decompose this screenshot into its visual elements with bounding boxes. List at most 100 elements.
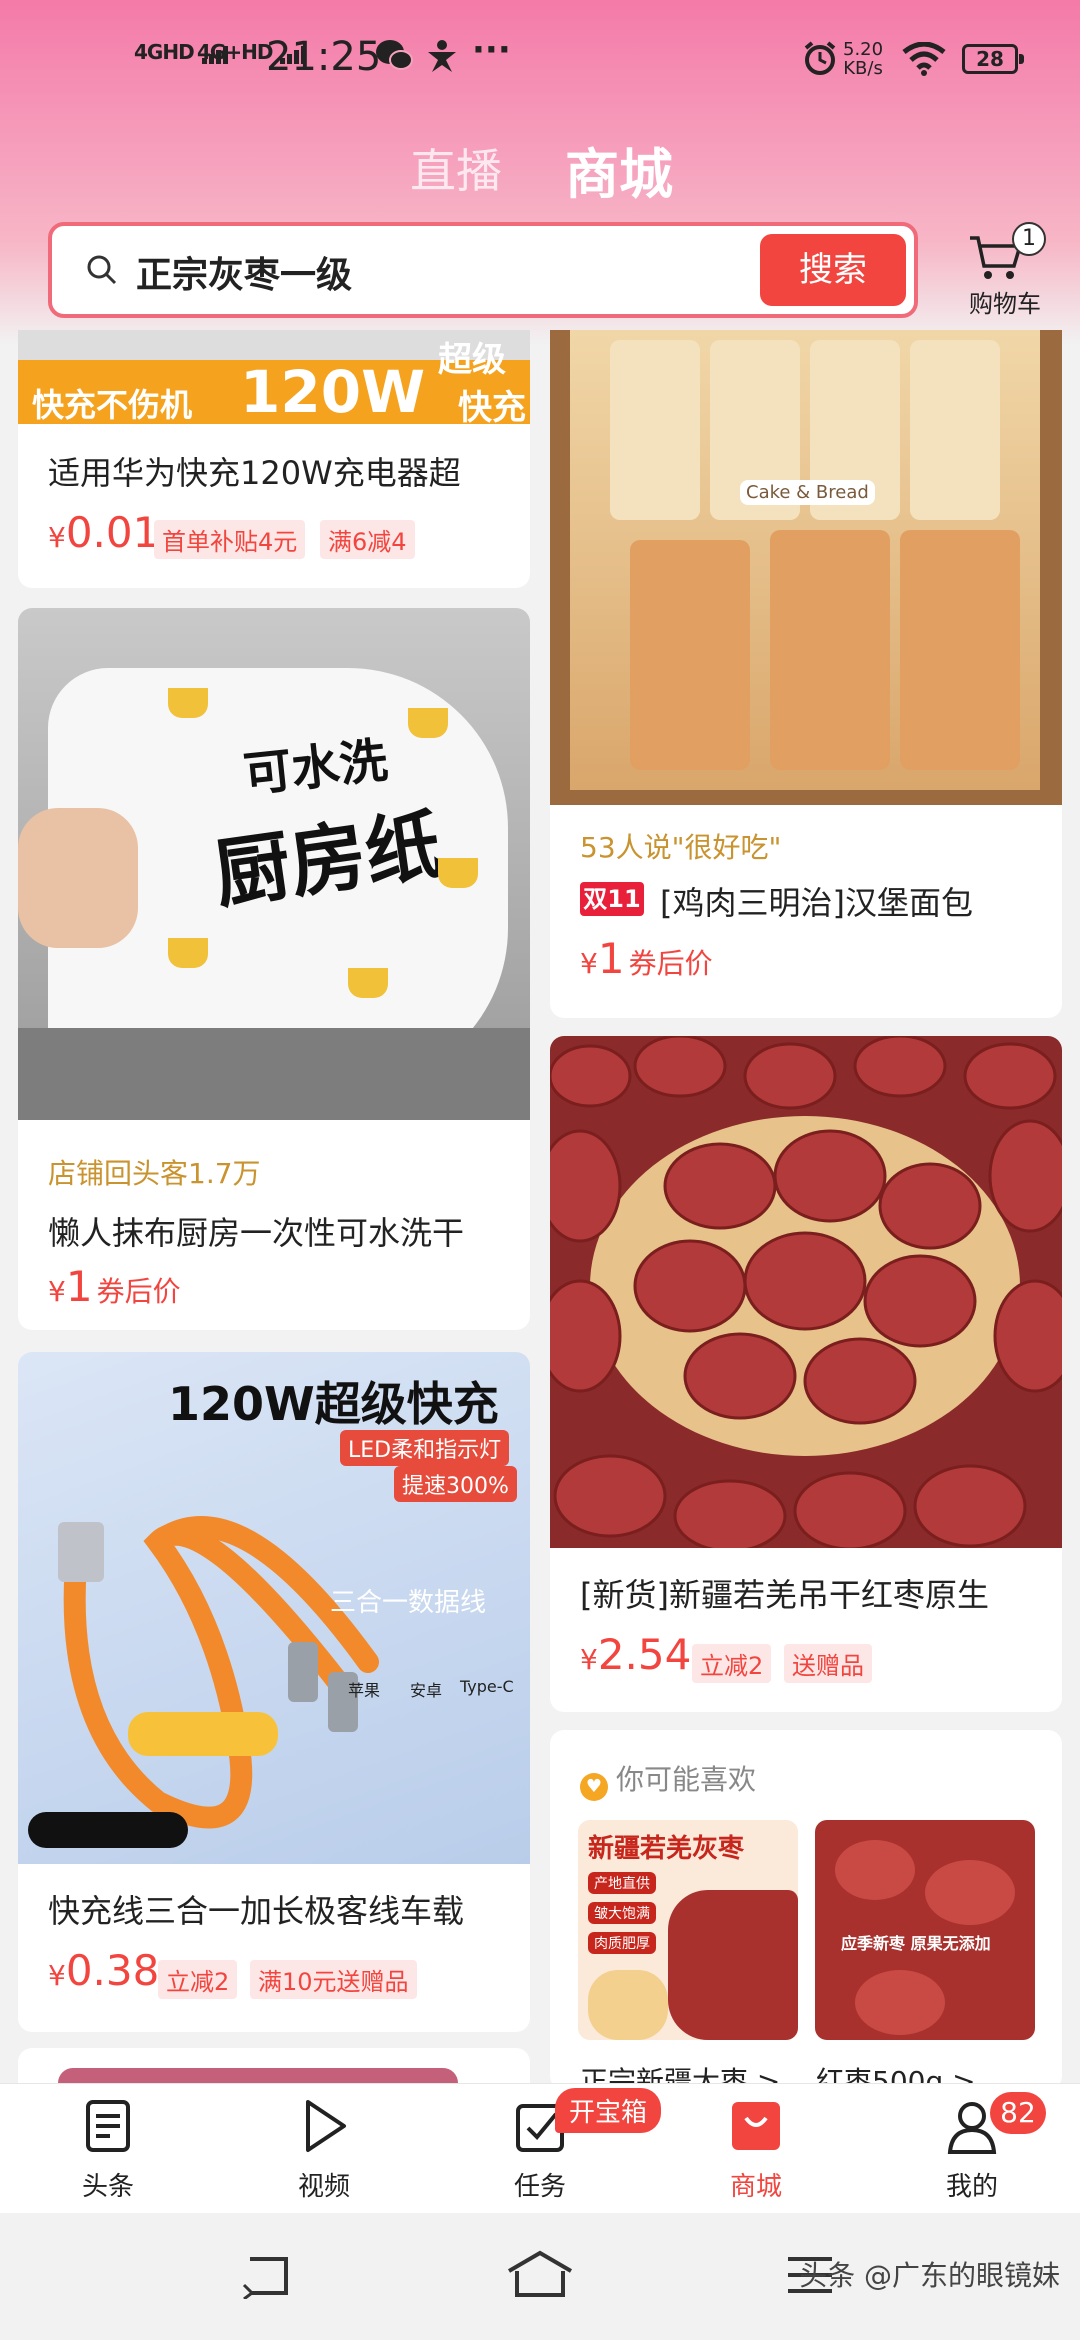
nav-label: 头条	[81, 2172, 134, 2202]
product-price: ¥0.01	[48, 508, 159, 557]
image-port-android: 安卓	[410, 1681, 443, 1700]
nav-label: 视频	[297, 2172, 350, 2202]
package-label: Cake & Bread	[740, 480, 875, 505]
product-card-cable[interactable]: 120W超级快充 LED柔和指示灯 提速300% 三合一数据线 苹果 安卓 Ty…	[18, 1352, 530, 2032]
recommendation-heading-text: 你可能喜欢	[616, 1763, 757, 1796]
nav-label: 我的	[945, 2172, 998, 2202]
nav-video[interactable]: 视频	[216, 2084, 432, 2214]
product-price: ¥1 券后价	[48, 1262, 181, 1311]
nav-label: 任务	[513, 2172, 566, 2202]
currency-symbol: ¥	[580, 947, 598, 980]
status-bar: 4GHD 4G+HD 21:25 ··· 5.20 KB/s 28	[0, 0, 1080, 120]
banner-text-right2: 快充	[458, 388, 526, 428]
cart-count-badge: 1	[1012, 222, 1046, 256]
network-rate-value: 5.20	[843, 39, 884, 60]
tab-live[interactable]: 直播	[410, 135, 502, 201]
product-title: [鸡肉三明治]汉堡面包	[660, 884, 973, 922]
currency-symbol: ¥	[48, 1959, 66, 1992]
nav-me[interactable]: 我的	[864, 2084, 1080, 2214]
search-button[interactable]: 搜索	[760, 234, 906, 306]
product-image-charger: 快充不伤机 120W 超级 快充	[18, 330, 530, 428]
product-image-sandwich: Cake & Bread	[550, 330, 1062, 805]
price-suffix: 券后价	[628, 947, 713, 980]
search-input[interactable]: 正宗灰枣一级	[136, 246, 352, 298]
app-notification-icon	[424, 38, 460, 83]
tab-mall[interactable]: 商城	[565, 130, 673, 209]
bottom-nav: 头条 视频 任务 商城 我的	[0, 2083, 1080, 2213]
product-price: ¥0.38	[48, 1946, 159, 1995]
product-price: ¥1 券后价	[580, 934, 713, 983]
cart-button[interactable]: 1 购物车	[950, 222, 1060, 318]
search-icon	[87, 255, 117, 285]
recommendation-heading: ♥ 你可能喜欢	[580, 1758, 756, 1801]
rec-item-1-point: 皱大饱满	[588, 1902, 656, 1924]
currency-symbol: ¥	[48, 521, 66, 554]
price-suffix: 券后价	[96, 1275, 181, 1308]
banner-text-right1: 超级	[438, 340, 506, 380]
rec-item-2-image-text: 应季新枣 原果无添加	[841, 1934, 991, 1953]
home-icon[interactable]	[505, 2249, 575, 2299]
product-subtitle: 店铺回头客1.7万	[48, 1157, 261, 1190]
more-dots-icon: ···	[472, 30, 511, 70]
currency-symbol: ¥	[48, 1275, 66, 1308]
product-image-kitchen-paper: 可水洗 厨房纸	[18, 608, 530, 1120]
search-bar[interactable]: 正宗灰枣一级 搜索	[48, 222, 918, 318]
image-text-3in1: 三合一数据线	[330, 1588, 487, 1618]
heart-icon: ♥	[580, 1773, 608, 1801]
promo-tag: 立减2	[158, 1960, 238, 1999]
signal-2-label: 4G+HD	[197, 40, 273, 64]
clock: 21:25	[266, 34, 382, 80]
wechat-icon	[374, 36, 414, 83]
alarm-icon	[802, 40, 838, 85]
network-rate: 5.20 KB/s	[843, 40, 883, 78]
price-value: 0.01	[65, 508, 160, 557]
double11-badge: 双11	[580, 882, 644, 916]
product-title: 快充线三合一加长极客线车载	[48, 1892, 465, 1930]
price-value: 0.38	[65, 1946, 160, 1995]
wifi-icon	[902, 41, 946, 85]
product-card-kitchen-paper[interactable]: 可水洗 厨房纸 店铺回头客1.7万 懒人抹布厨房一次性可水洗干 ¥1 券后价	[18, 608, 530, 1330]
play-icon	[306, 2100, 346, 2152]
rec-item-1-point: 肉质肥厚	[588, 1932, 656, 1954]
signal-1-label: 4GHD	[134, 40, 195, 64]
product-card-charger[interactable]: 快充不伤机 120W 超级 快充 适用华为快充120W充电器超 ¥0.01 首单…	[18, 330, 530, 588]
product-card-next[interactable]	[18, 2048, 530, 2088]
product-image-cable: 120W超级快充 LED柔和指示灯 提速300% 三合一数据线 苹果 安卓 Ty…	[18, 1352, 530, 1864]
nav-label: 商城	[729, 2172, 782, 2202]
nav-mall[interactable]: 商城	[648, 2084, 864, 2214]
battery-icon: 28	[962, 44, 1024, 74]
promo-tag: 满10元送赠品	[250, 1960, 417, 1999]
price-value: 1	[597, 934, 625, 983]
shopping-bag-icon	[732, 2102, 780, 2150]
nav-headlines[interactable]: 头条	[0, 2084, 216, 2214]
image-port-typec: Type-C	[460, 1677, 514, 1696]
banner-text-big: 120W	[240, 358, 426, 426]
product-card-jujube[interactable]: [新货]新疆若羌吊干红枣原生 ¥2.54 立减2 送赠品	[550, 1036, 1062, 1712]
back-icon[interactable]	[240, 2253, 296, 2299]
product-price: ¥2.54	[580, 1630, 691, 1679]
promo-tag: 立减2	[692, 1644, 772, 1683]
promo-tag: 送赠品	[784, 1644, 872, 1683]
rec-item-1-point: 产地直供	[588, 1872, 656, 1894]
me-badge: 82	[990, 2092, 1046, 2134]
product-title: [新货]新疆若羌吊干红枣原生	[580, 1576, 989, 1614]
recommendation-card: ♥ 你可能喜欢 新疆若羌灰枣 产地直供 皱大饱满 肉质肥厚 应季新枣 原果无添加 …	[550, 1730, 1062, 2090]
price-value: 1	[65, 1262, 93, 1311]
banner-text-left: 快充不伤机	[32, 386, 193, 424]
price-value: 2.54	[597, 1630, 692, 1679]
watermark: 头条 @广东的眼镜妹	[799, 2259, 1060, 2292]
product-subtitle: 53人说"很好吃"	[580, 831, 782, 864]
product-title: 懒人抹布厨房一次性可水洗干	[48, 1214, 465, 1252]
promo-tag: 首单补贴4元	[154, 520, 306, 559]
product-title: 适用华为快充120W充电器超	[48, 454, 461, 492]
product-image-jujube	[550, 1036, 1062, 1548]
rec-item-1[interactable]: 新疆若羌灰枣 产地直供 皱大饱满 肉质肥厚	[578, 1820, 798, 2040]
image-tag-speed: 提速300%	[394, 1466, 517, 1502]
promo-tag: 满6减4	[320, 520, 415, 559]
open-treasure-pill[interactable]: 开宝箱	[555, 2088, 662, 2133]
product-card-sandwich[interactable]: Cake & Bread 53人说"很好吃" 双11 [鸡肉三明治]汉堡面包 ¥…	[550, 330, 1062, 1018]
rec-item-2[interactable]: 应季新枣 原果无添加	[815, 1820, 1035, 2040]
rec-item-1-image-title: 新疆若羌灰枣	[588, 1834, 745, 1864]
cart-label: 购物车	[969, 290, 1041, 318]
image-port-apple: 苹果	[348, 1681, 381, 1700]
